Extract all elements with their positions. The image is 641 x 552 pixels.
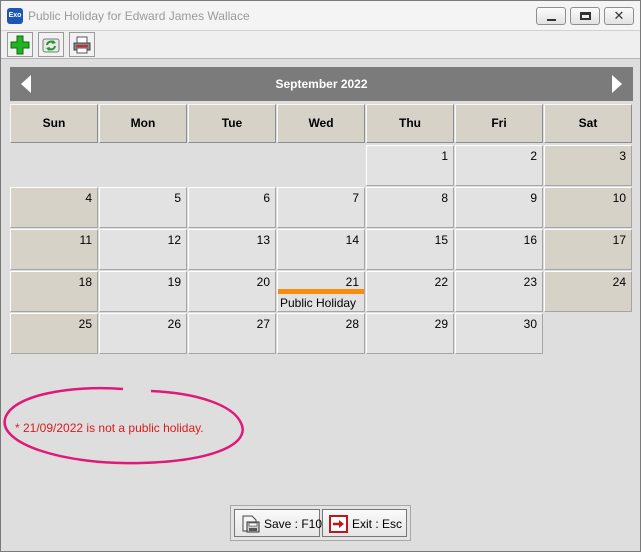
calendar-day-10[interactable]: 10 <box>544 187 632 228</box>
day-number: 10 <box>612 191 626 205</box>
day-number: 17 <box>612 233 626 247</box>
calendar-day-23[interactable]: 23 <box>455 271 543 312</box>
day-header-thu: Thu <box>366 104 454 143</box>
printer-icon <box>73 36 91 54</box>
warning-message: * 21/09/2022 is not a public holiday. <box>15 421 204 435</box>
public-holiday-window: Exo Public Holiday for Edward James Wall… <box>0 0 641 552</box>
window-title: Public Holiday for Edward James Wallace <box>28 9 250 23</box>
day-number: 7 <box>352 191 359 205</box>
day-number: 9 <box>530 191 537 205</box>
month-title: September 2022 <box>275 77 368 91</box>
day-header-tue: Tue <box>188 104 276 143</box>
day-number: 1 <box>441 149 448 163</box>
save-icon <box>242 515 260 533</box>
day-number: 18 <box>78 275 92 289</box>
refresh-button[interactable] <box>38 32 64 57</box>
calendar-day-30[interactable]: 30 <box>455 313 543 354</box>
calendar-day-6[interactable]: 6 <box>188 187 276 228</box>
day-number: 16 <box>523 233 537 247</box>
calendar-day-25[interactable]: 25 <box>10 313 98 354</box>
day-header-fri: Fri <box>455 104 543 143</box>
day-number: 22 <box>434 275 448 289</box>
action-button-bar: Save : F10 Exit : Esc <box>230 505 411 541</box>
day-number: 28 <box>345 317 359 331</box>
previous-month-arrow-icon[interactable] <box>19 74 33 94</box>
calendar-day-7[interactable]: 7 <box>277 187 365 228</box>
calendar-day-26[interactable]: 26 <box>99 313 187 354</box>
calendar-day-1[interactable]: 1 <box>366 145 454 186</box>
month-header: September 2022 <box>10 67 633 101</box>
day-number: 11 <box>79 233 92 247</box>
day-number: 26 <box>167 317 181 331</box>
day-number: 14 <box>345 233 359 247</box>
exit-icon <box>329 515 348 533</box>
public-holiday-label: Public Holiday <box>280 296 357 310</box>
calendar-day-28[interactable]: 28 <box>277 313 365 354</box>
day-number: 23 <box>523 275 537 289</box>
calendar-day-14[interactable]: 14 <box>277 229 365 270</box>
refresh-icon <box>42 38 60 53</box>
exit-button-label: Exit : Esc <box>352 517 403 531</box>
close-button[interactable]: ✕ <box>604 7 634 25</box>
exit-button[interactable]: Exit : Esc <box>322 509 407 537</box>
calendar-day-2[interactable]: 2 <box>455 145 543 186</box>
maximize-icon <box>580 12 591 20</box>
close-icon: ✕ <box>613 8 625 23</box>
calendar-day-21[interactable]: 21 Public Holiday <box>277 271 365 312</box>
day-header-wed: Wed <box>277 104 365 143</box>
calendar-day-22[interactable]: 22 <box>366 271 454 312</box>
maximize-button[interactable] <box>570 7 600 25</box>
day-number: 15 <box>434 233 448 247</box>
day-number: 12 <box>167 233 181 247</box>
calendar-day-27[interactable]: 27 <box>188 313 276 354</box>
calendar-day-3[interactable]: 3 <box>544 145 632 186</box>
calendar-day-4[interactable]: 4 <box>10 187 98 228</box>
minimize-button[interactable] <box>536 7 566 25</box>
day-number: 27 <box>256 317 270 331</box>
calendar-day-8[interactable]: 8 <box>366 187 454 228</box>
public-holiday-bar[interactable] <box>278 289 364 294</box>
calendar-day-18[interactable]: 18 <box>10 271 98 312</box>
calendar-day-9[interactable]: 9 <box>455 187 543 228</box>
toolbar <box>1 31 640 59</box>
day-header-sun: Sun <box>10 104 98 143</box>
save-button[interactable]: Save : F10 <box>234 509 323 537</box>
add-button[interactable] <box>7 32 33 57</box>
day-number: 20 <box>256 275 270 289</box>
calendar-day-5[interactable]: 5 <box>99 187 187 228</box>
day-number: 30 <box>523 317 537 331</box>
day-header-sat: Sat <box>544 104 632 143</box>
day-number: 21 <box>345 275 359 289</box>
calendar-day-17[interactable]: 17 <box>544 229 632 270</box>
calendar-day-19[interactable]: 19 <box>99 271 187 312</box>
calendar-day-29[interactable]: 29 <box>366 313 454 354</box>
print-button[interactable] <box>69 32 95 57</box>
day-number: 2 <box>530 149 537 163</box>
calendar-day-16[interactable]: 16 <box>455 229 543 270</box>
save-button-label: Save : F10 <box>264 517 323 531</box>
title-bar[interactable]: Exo Public Holiday for Edward James Wall… <box>1 1 640 31</box>
calendar-day-20[interactable]: 20 <box>188 271 276 312</box>
day-number: 24 <box>612 275 626 289</box>
day-number: 5 <box>174 191 181 205</box>
calendar-day-13[interactable]: 13 <box>188 229 276 270</box>
calendar-day-24[interactable]: 24 <box>544 271 632 312</box>
calendar-day-15[interactable]: 15 <box>366 229 454 270</box>
next-month-arrow-icon[interactable] <box>610 74 624 94</box>
calendar-day-11[interactable]: 11 <box>10 229 98 270</box>
plus-icon <box>10 35 30 55</box>
day-number: 25 <box>78 317 92 331</box>
day-number: 3 <box>619 149 626 163</box>
day-number: 8 <box>441 191 448 205</box>
day-number: 19 <box>167 275 181 289</box>
calendar-day-12[interactable]: 12 <box>99 229 187 270</box>
minimize-icon <box>547 19 556 21</box>
exo-app-icon: Exo <box>7 8 23 24</box>
day-header-mon: Mon <box>99 104 187 143</box>
day-number: 4 <box>85 191 92 205</box>
day-number: 29 <box>434 317 448 331</box>
day-number: 6 <box>263 191 270 205</box>
day-number: 13 <box>256 233 270 247</box>
